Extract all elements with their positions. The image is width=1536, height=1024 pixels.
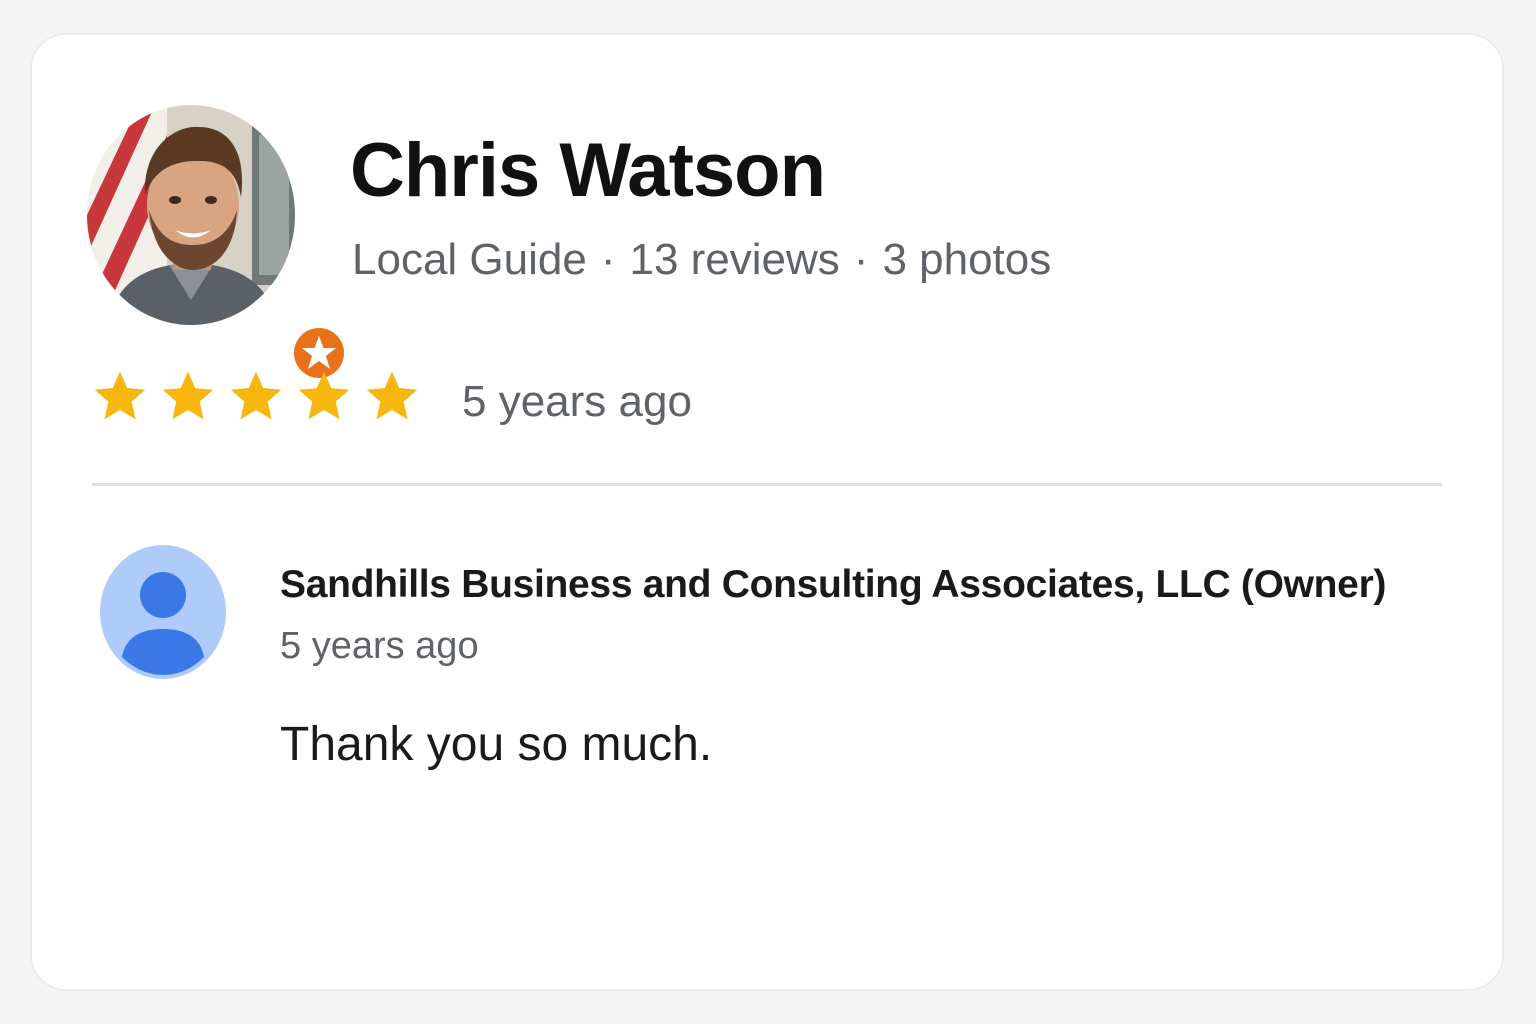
meta-separator: · — [853, 235, 869, 284]
reviewer-meta: Local Guide · 13 reviews · 3 photos — [352, 238, 1051, 282]
owner-response-time: 5 years ago — [280, 625, 479, 667]
reviewer-name[interactable]: Chris Watson — [350, 133, 826, 209]
star-icon — [366, 371, 418, 420]
meta-separator: · — [600, 235, 616, 284]
star-icon — [230, 371, 282, 420]
reviewer-avatar[interactable] — [87, 105, 350, 384]
owner-response-text: Thank you so much. — [280, 718, 713, 771]
default-person-icon — [100, 545, 226, 679]
profile-photo — [87, 105, 295, 325]
local-guide-label: Local Guide — [352, 235, 587, 284]
review-count: 13 reviews — [629, 235, 840, 284]
star-icon — [94, 371, 146, 420]
divider — [92, 483, 1442, 486]
owner-name: Sandhills Business and Consulting Associ… — [280, 563, 1387, 606]
review-card: Chris Watson Local Guide · 13 reviews · 3 ph… — [30, 33, 1504, 991]
photo-count: 3 photos — [882, 235, 1052, 284]
star-icon — [162, 371, 214, 420]
star-rating — [92, 367, 420, 427]
star-icon — [298, 371, 350, 420]
review-time: 5 years ago — [462, 377, 692, 426]
